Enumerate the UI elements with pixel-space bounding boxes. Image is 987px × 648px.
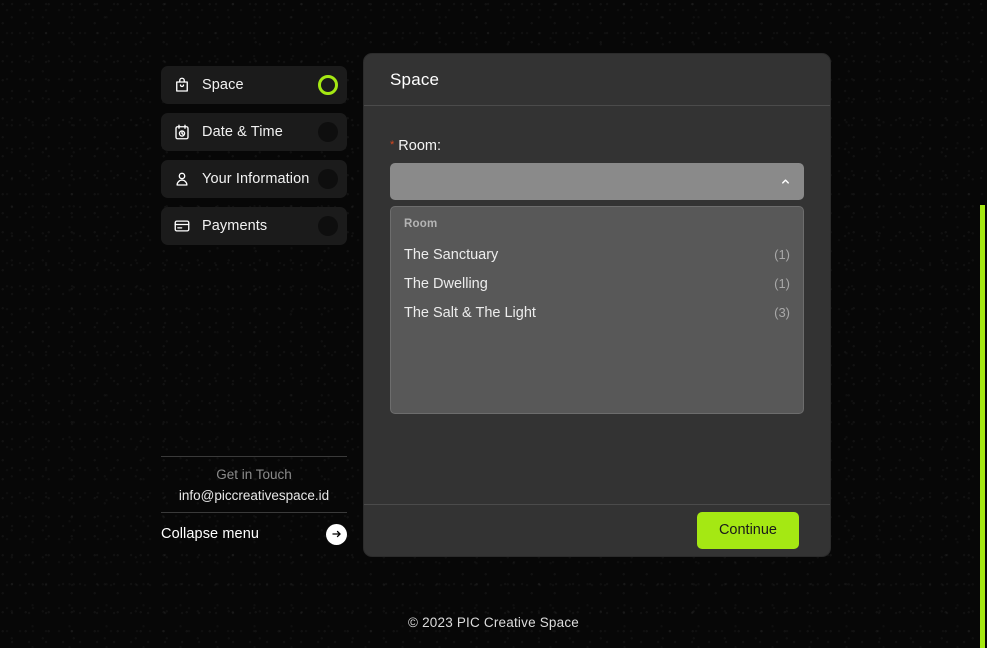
dropdown-option[interactable]: The Dwelling (1) — [391, 269, 803, 298]
continue-button[interactable]: Continue — [696, 511, 799, 549]
sidebar-divider-bottom — [161, 512, 347, 513]
dropdown-option[interactable]: The Sanctuary (1) — [391, 240, 803, 269]
collapse-menu-label: Collapse menu — [161, 526, 260, 542]
sidebar-item-space[interactable]: Space — [161, 66, 347, 104]
collapse-menu-button[interactable]: Collapse menu — [161, 520, 347, 548]
panel-header: Space — [364, 54, 830, 106]
sidebar-divider-top — [161, 456, 347, 457]
sidebar-item-date-time[interactable]: Date & Time — [161, 113, 347, 151]
dropdown-group-label: Room — [404, 218, 438, 230]
shopping-bag-icon — [173, 76, 191, 94]
credit-card-icon — [173, 217, 191, 235]
option-label: The Dwelling — [404, 275, 488, 292]
user-icon — [173, 170, 191, 188]
sidebar-step-indicator[interactable] — [318, 216, 338, 236]
sidebar-item-your-information[interactable]: Your Information — [161, 160, 347, 198]
contact-email[interactable]: info@piccreativespace.id — [161, 485, 347, 506]
option-label: The Sanctuary — [404, 246, 499, 263]
space-panel: Space * Room: Room The Sanctuary (1) The… — [364, 54, 830, 556]
sidebar-step-indicator-active[interactable] — [318, 75, 338, 95]
sidebar-nav: Space Date & Time Your Information Payme… — [161, 66, 347, 254]
app-stage: Space Date & Time Your Information Payme… — [0, 0, 987, 648]
panel-footer: Continue — [364, 504, 830, 555]
option-label: The Salt & The Light — [404, 304, 536, 321]
room-label-text: Room: — [398, 138, 441, 154]
calendar-clock-icon — [173, 123, 191, 141]
room-field-label: * Room: — [390, 138, 804, 154]
panel-body: * Room: Room The Sanctuary (1) The Dwell… — [364, 106, 830, 504]
room-select[interactable] — [390, 163, 804, 200]
sidebar-step-indicator[interactable] — [318, 169, 338, 189]
contact-title: Get in Touch — [216, 467, 292, 482]
option-count: (1) — [774, 247, 790, 262]
sidebar-item-label: Space — [202, 77, 244, 93]
dropdown-option[interactable]: The Salt & The Light (3) — [391, 298, 803, 327]
chevron-up-icon[interactable] — [779, 175, 792, 188]
required-marker: * — [390, 139, 395, 151]
option-count: (1) — [774, 276, 790, 291]
sidebar-step-indicator[interactable] — [318, 122, 338, 142]
sidebar-item-label: Payments — [202, 218, 268, 234]
arrow-right-circle-icon[interactable] — [326, 523, 347, 545]
copyright-footer: © 2023 PIC Creative Space — [407, 615, 580, 630]
sidebar-item-label: Date & Time — [202, 124, 283, 140]
room-dropdown-list[interactable]: Room The Sanctuary (1) The Dwelling (1) … — [390, 206, 804, 414]
page-scrollbar-thumb[interactable] — [980, 205, 985, 648]
page-title: Space — [390, 69, 440, 89]
sidebar-item-label: Your Information — [202, 171, 310, 187]
contact-block: Get in Touch info@piccreativespace.id — [161, 464, 347, 506]
option-count: (3) — [774, 305, 790, 320]
page-scrollbar-track[interactable] — [978, 0, 987, 648]
sidebar-item-payments[interactable]: Payments — [161, 207, 347, 245]
